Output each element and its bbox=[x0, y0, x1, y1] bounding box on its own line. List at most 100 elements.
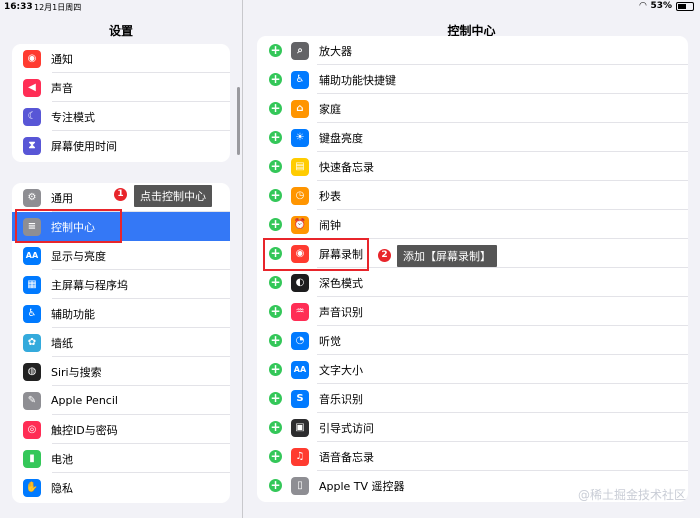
settings-title: 设置 bbox=[108, 24, 133, 38]
control-item-label: 深色模式 bbox=[319, 276, 363, 290]
sidebar-item-label: 辅助功能 bbox=[51, 307, 95, 321]
add-control-button[interactable]: + bbox=[269, 479, 282, 492]
sidebar-scrollbar[interactable] bbox=[237, 87, 240, 155]
sidebar-item-hourglass[interactable]: ⧗ 屏幕使用时间 bbox=[12, 131, 230, 160]
add-control-button[interactable]: + bbox=[269, 73, 282, 86]
control-item-label: 闹钟 bbox=[319, 218, 341, 232]
add-control-button[interactable]: + bbox=[269, 44, 282, 57]
moon-icon: ☾ bbox=[23, 107, 41, 126]
status-date: 12月1日周四 bbox=[34, 3, 82, 12]
add-control-button[interactable]: + bbox=[269, 421, 282, 434]
sidebar-item-label: Siri与搜索 bbox=[51, 365, 102, 379]
sidebar-item-label: Apple Pencil bbox=[51, 394, 118, 407]
control-item-memo[interactable]: + ▤ 快速备忘录 bbox=[257, 152, 688, 181]
control-item-label: 语音备忘录 bbox=[319, 450, 374, 464]
watermark: @稀土掘金技术社区 bbox=[577, 488, 686, 502]
add-control-button[interactable]: + bbox=[269, 363, 282, 376]
text-size-icon: AA bbox=[291, 360, 309, 379]
sidebar-item-label: 声音 bbox=[51, 81, 73, 95]
highlight-box-screen-recording bbox=[263, 238, 369, 271]
control-item-stopwatch[interactable]: + ◷ 秒表 bbox=[257, 181, 688, 210]
sidebar-item-label: 屏幕使用时间 bbox=[51, 139, 117, 153]
dark-mode-icon: ◐ bbox=[291, 273, 309, 292]
add-control-button[interactable]: + bbox=[269, 189, 282, 202]
control-item-label: 辅助功能快捷键 bbox=[319, 73, 396, 87]
remote-icon: ▯ bbox=[291, 476, 309, 495]
control-item-label: 键盘亮度 bbox=[319, 131, 363, 145]
control-item-waveform[interactable]: + ♫ 语音备忘录 bbox=[257, 442, 688, 471]
sidebar-item-grid[interactable]: ▦ 主屏幕与程序坞 bbox=[12, 270, 230, 299]
home-icon: ⌂ bbox=[291, 99, 309, 118]
add-control-button[interactable]: + bbox=[269, 218, 282, 231]
add-control-button[interactable]: + bbox=[269, 131, 282, 144]
control-item-ear[interactable]: + ◔ 听觉 bbox=[257, 326, 688, 355]
siri-icon: ◍ bbox=[23, 362, 41, 381]
grid-icon: ▦ bbox=[23, 275, 41, 294]
control-item-keyboard-brightness[interactable]: + ☀ 键盘亮度 bbox=[257, 123, 688, 152]
sidebar-item-accessibility[interactable]: ♿ 辅助功能 bbox=[12, 299, 230, 328]
bell-icon: ◉ bbox=[23, 49, 41, 68]
sidebar-item-fingerprint[interactable]: ◎ 触控ID与密码 bbox=[12, 415, 230, 444]
sidebar-item-flower[interactable]: ✿ 墙纸 bbox=[12, 328, 230, 357]
control-item-label: Apple TV 遥控器 bbox=[319, 479, 405, 493]
control-item-sound-recognition[interactable]: + ♒ 声音识别 bbox=[257, 297, 688, 326]
sidebar-item-label: 隐私 bbox=[51, 481, 73, 495]
control-item-label: 快速备忘录 bbox=[319, 160, 374, 174]
control-item-magnifier[interactable]: + ⌕ 放大器 bbox=[257, 36, 688, 65]
waveform-icon: ♫ bbox=[291, 447, 309, 466]
control-item-label: 秒表 bbox=[319, 189, 341, 203]
lock-icon: ▣ bbox=[291, 418, 309, 437]
hourglass-icon: ⧗ bbox=[23, 136, 41, 155]
add-control-button[interactable]: + bbox=[269, 334, 282, 347]
add-control-button[interactable]: + bbox=[269, 305, 282, 318]
sidebar-item-speaker[interactable]: ◀ 声音 bbox=[12, 73, 230, 102]
sidebar-item-label: 主屏幕与程序坞 bbox=[51, 278, 128, 292]
sidebar-item-pencil[interactable]: ✎ Apple Pencil bbox=[12, 386, 230, 415]
battery-icon bbox=[676, 1, 694, 11]
control-item-lock[interactable]: + ▣ 引导式访问 bbox=[257, 413, 688, 442]
control-item-shazam[interactable]: + S 音乐识别 bbox=[257, 384, 688, 413]
memo-icon: ▤ bbox=[291, 157, 309, 176]
status-time: 16:33 bbox=[4, 2, 33, 12]
shazam-icon: S bbox=[291, 389, 309, 408]
wifi-icon: ◠ bbox=[639, 1, 647, 11]
sidebar-item-bell[interactable]: ◉ 通知 bbox=[12, 44, 230, 73]
control-item-alarm[interactable]: + ⏰ 闹钟 bbox=[257, 210, 688, 239]
text-size-icon: AA bbox=[23, 246, 41, 265]
add-control-button[interactable]: + bbox=[269, 102, 282, 115]
stopwatch-icon: ◷ bbox=[291, 186, 309, 205]
sidebar-item-moon[interactable]: ☾ 专注模式 bbox=[12, 102, 230, 131]
sidebar-item-label: 通用 bbox=[51, 191, 73, 205]
sidebar-item-text-size[interactable]: AA 显示与亮度 bbox=[12, 241, 230, 270]
control-item-label: 音乐识别 bbox=[319, 392, 363, 406]
callout-step-2: 添加【屏幕录制】 bbox=[397, 245, 497, 267]
sidebar-item-label: 电池 bbox=[51, 452, 73, 466]
add-control-button[interactable]: + bbox=[269, 392, 282, 405]
control-item-text-size[interactable]: + AA 文字大小 bbox=[257, 355, 688, 384]
sidebar-item-siri[interactable]: ◍ Siri与搜索 bbox=[12, 357, 230, 386]
alarm-icon: ⏰ bbox=[291, 215, 309, 234]
add-control-button[interactable]: + bbox=[269, 160, 282, 173]
control-item-label: 声音识别 bbox=[319, 305, 363, 319]
control-item-dark-mode[interactable]: + ◐ 深色模式 bbox=[257, 268, 688, 297]
control-item-home[interactable]: + ⌂ 家庭 bbox=[257, 94, 688, 123]
sidebar-item-label: 通知 bbox=[51, 52, 73, 66]
control-item-label: 家庭 bbox=[319, 102, 341, 116]
sidebar-item-battery[interactable]: ▮ 电池 bbox=[12, 444, 230, 473]
control-item-accessibility[interactable]: + ♿ 辅助功能快捷键 bbox=[257, 65, 688, 94]
battery-icon: ▮ bbox=[23, 449, 41, 468]
gear-icon: ⚙ bbox=[23, 188, 41, 207]
control-item-label: 引导式访问 bbox=[319, 421, 374, 435]
sound-recognition-icon: ♒ bbox=[291, 302, 309, 321]
split-divider bbox=[242, 0, 243, 518]
add-control-button[interactable]: + bbox=[269, 450, 282, 463]
magnifier-icon: ⌕ bbox=[291, 41, 309, 60]
sidebar-item-label: 专注模式 bbox=[51, 110, 95, 124]
pencil-icon: ✎ bbox=[23, 391, 41, 410]
status-right: ◠ 53% bbox=[640, 1, 694, 11]
add-control-button[interactable]: + bbox=[269, 276, 282, 289]
control-item-label: 文字大小 bbox=[319, 363, 363, 377]
battery-percent: 53% bbox=[650, 1, 672, 11]
sidebar-item-label: 触控ID与密码 bbox=[51, 423, 118, 437]
sidebar-item-hand[interactable]: ✋ 隐私 bbox=[12, 473, 230, 502]
